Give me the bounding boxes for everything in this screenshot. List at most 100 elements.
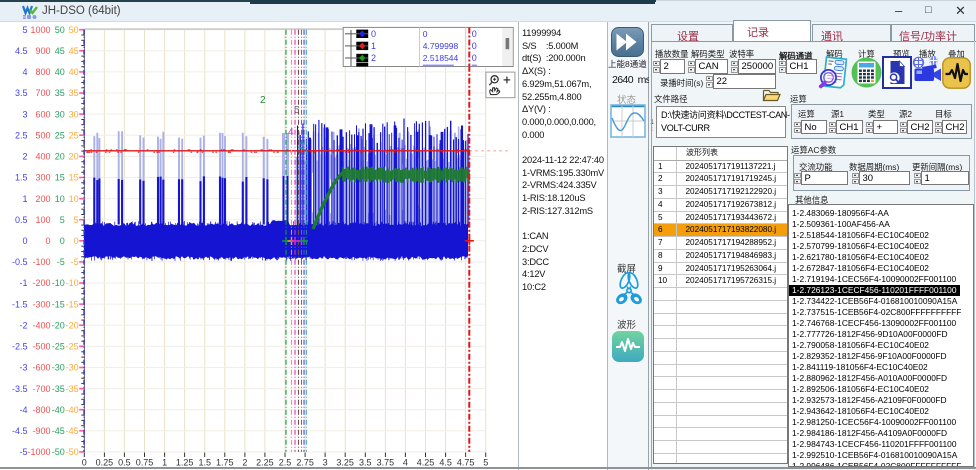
svg-text:-1: -1 xyxy=(19,278,27,288)
svg-text:-0.5: -0.5 xyxy=(12,257,28,267)
svg-text:40: 40 xyxy=(69,67,79,77)
svg-text:-30: -30 xyxy=(52,363,65,373)
svg-text:0: 0 xyxy=(371,29,376,39)
svg-text:3.5: 3.5 xyxy=(15,88,28,98)
svg-text:0: 0 xyxy=(60,236,65,246)
svg-text:10: 10 xyxy=(69,194,79,204)
svg-text:-15: -15 xyxy=(66,299,79,309)
svg-text:10: 10 xyxy=(55,194,65,204)
svg-text:1.75: 1.75 xyxy=(216,458,234,468)
svg-text:0: 0 xyxy=(472,53,477,63)
svg-text:45: 45 xyxy=(69,46,79,56)
svg-text:2: 2 xyxy=(22,152,27,162)
svg-text:-10: -10 xyxy=(52,278,65,288)
svg-text:3.5: 3.5 xyxy=(359,458,372,468)
svg-text:4.5: 4.5 xyxy=(439,458,452,468)
svg-text:0.5: 0.5 xyxy=(118,458,131,468)
svg-text:-30: -30 xyxy=(66,363,79,373)
svg-text:-10: -10 xyxy=(66,278,79,288)
svg-text:-15: -15 xyxy=(52,299,65,309)
svg-text:-35: -35 xyxy=(52,384,65,394)
svg-text:-4.5: -4.5 xyxy=(12,426,28,436)
svg-text:5: 5 xyxy=(60,215,65,225)
svg-text:1.25: 1.25 xyxy=(176,458,194,468)
svg-text:4.5: 4.5 xyxy=(15,46,28,56)
svg-text:20: 20 xyxy=(69,152,79,162)
svg-text:35: 35 xyxy=(55,88,65,98)
svg-text:15: 15 xyxy=(55,173,65,183)
svg-text:20: 20 xyxy=(55,152,65,162)
svg-text:2.5: 2.5 xyxy=(15,130,28,140)
svg-text:5: 5 xyxy=(74,215,79,225)
svg-text:0: 0 xyxy=(22,236,27,246)
svg-text:0.25: 0.25 xyxy=(96,458,114,468)
svg-text:-25: -25 xyxy=(66,342,79,352)
svg-text:0: 0 xyxy=(472,29,477,39)
svg-text:0: 0 xyxy=(82,458,87,468)
svg-text:4.799998: 4.799998 xyxy=(423,41,459,51)
svg-text:-800: -800 xyxy=(32,405,50,415)
svg-text:3: 3 xyxy=(22,109,27,119)
svg-text:900: 900 xyxy=(35,46,50,56)
svg-text:0: 0 xyxy=(74,236,79,246)
svg-text:35: 35 xyxy=(69,88,79,98)
svg-text:-25: -25 xyxy=(52,342,65,352)
svg-text:-500: -500 xyxy=(32,342,50,352)
svg-text:500: 500 xyxy=(35,130,50,140)
svg-text:0.5: 0.5 xyxy=(15,215,28,225)
svg-text:1: 1 xyxy=(371,41,376,51)
svg-text:2: 2 xyxy=(371,53,376,63)
svg-text:-100: -100 xyxy=(32,257,50,267)
svg-text:2.5: 2.5 xyxy=(279,458,292,468)
svg-text:-20: -20 xyxy=(52,320,65,330)
svg-text:-45: -45 xyxy=(66,426,79,436)
svg-text:-45: -45 xyxy=(52,426,65,436)
svg-text:2.25: 2.25 xyxy=(256,458,274,468)
svg-text:-50: -50 xyxy=(66,447,79,457)
svg-text:-600: -600 xyxy=(32,363,50,373)
svg-text:-1.5: -1.5 xyxy=(12,299,28,309)
svg-text:2.75: 2.75 xyxy=(296,458,314,468)
svg-text:5: 5 xyxy=(294,105,300,116)
svg-text:2: 2 xyxy=(260,95,266,106)
svg-text:4: 4 xyxy=(288,127,294,138)
svg-text:-3: -3 xyxy=(19,363,27,373)
svg-text:-5: -5 xyxy=(57,257,65,267)
svg-text:0: 0 xyxy=(472,41,477,51)
svg-text:600: 600 xyxy=(35,109,50,119)
svg-text:3: 3 xyxy=(323,458,328,468)
svg-text:40: 40 xyxy=(55,67,65,77)
svg-text:100: 100 xyxy=(35,215,50,225)
svg-text:-4: -4 xyxy=(19,405,27,415)
svg-text:-35: -35 xyxy=(66,384,79,394)
svg-text:5: 5 xyxy=(483,458,488,468)
svg-text:-900: -900 xyxy=(32,426,50,436)
svg-text:-3.5: -3.5 xyxy=(12,384,28,394)
svg-text:200: 200 xyxy=(35,194,50,204)
svg-text:30: 30 xyxy=(69,109,79,119)
svg-text:400: 400 xyxy=(35,152,50,162)
svg-text:3.25: 3.25 xyxy=(336,458,354,468)
svg-text:-20: -20 xyxy=(66,320,79,330)
svg-text:-5: -5 xyxy=(71,257,79,267)
svg-text:800: 800 xyxy=(35,67,50,77)
svg-text:1: 1 xyxy=(162,458,167,468)
svg-text:2.518544: 2.518544 xyxy=(423,53,459,63)
svg-text:300: 300 xyxy=(35,173,50,183)
svg-text:-700: -700 xyxy=(32,384,50,394)
svg-text:25: 25 xyxy=(55,130,65,140)
svg-text:4: 4 xyxy=(22,67,27,77)
svg-text:-200: -200 xyxy=(32,278,50,288)
svg-text:50: 50 xyxy=(55,25,65,35)
svg-text:0.75: 0.75 xyxy=(136,458,154,468)
svg-text:15: 15 xyxy=(69,173,79,183)
svg-text:-5: -5 xyxy=(19,447,27,457)
svg-text:-40: -40 xyxy=(66,405,79,415)
svg-text:-1000: -1000 xyxy=(27,447,50,457)
svg-text:45: 45 xyxy=(55,46,65,56)
svg-text:5: 5 xyxy=(22,25,27,35)
svg-text:700: 700 xyxy=(35,88,50,98)
svg-text:4.75: 4.75 xyxy=(457,458,475,468)
svg-text:0: 0 xyxy=(423,29,428,39)
svg-text:-2.5: -2.5 xyxy=(12,342,28,352)
